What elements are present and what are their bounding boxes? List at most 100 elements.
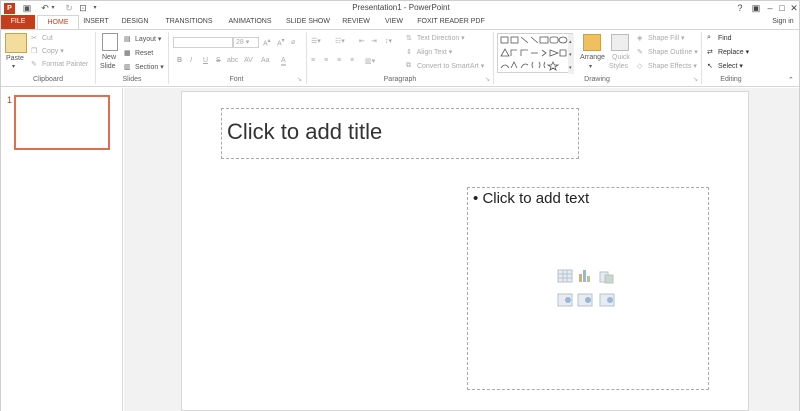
align-text-label: Align Text	[416, 49, 447, 56]
select-button[interactable]: ↖ Select ▾	[707, 62, 743, 70]
replace-icon: ⇄	[707, 49, 713, 57]
tab-animations[interactable]: ANIMATIONS	[223, 15, 277, 29]
slides-group-label: Slides	[122, 76, 142, 83]
convert-smartart-label: Convert to SmartArt	[416, 63, 479, 70]
replace-button[interactable]: ⇄ Replace ▾	[707, 48, 749, 56]
copy-button[interactable]: ❐ Copy ▾	[31, 47, 64, 55]
shapes-gallery[interactable]: ▴ ▾ ▾	[497, 33, 574, 74]
numbering-button[interactable]: ☷▾	[335, 37, 345, 45]
pen-icon: ✎	[637, 49, 643, 57]
paste-button[interactable]: Paste	[6, 55, 24, 62]
decrease-indent-button[interactable]: ⇤	[359, 37, 365, 45]
reset-button[interactable]: ▦ Reset	[124, 49, 153, 57]
font-dialog-launcher-icon[interactable]: ↘	[297, 76, 302, 83]
tab-home[interactable]: HOME	[37, 15, 79, 30]
slide-number: 1	[7, 95, 13, 105]
tab-slide-show[interactable]: SLIDE SHOW	[283, 15, 333, 29]
window-title: Presentation1 - PowerPoint	[352, 3, 450, 12]
paste-icon[interactable]	[5, 33, 27, 53]
font-name-field[interactable]	[173, 37, 233, 48]
character-spacing-button[interactable]: AV	[244, 57, 253, 64]
paste-dropdown-icon[interactable]: ▾	[12, 63, 15, 70]
shape-fill-label: Shape Fill	[647, 35, 680, 42]
quick-styles-icon[interactable]	[611, 34, 629, 51]
shape-effects-label: Shape Effects	[647, 63, 692, 70]
align-right-button[interactable]: ≡	[337, 57, 341, 64]
font-color-button[interactable]: A	[281, 57, 286, 66]
strikethrough-button[interactable]: S	[216, 57, 221, 64]
layout-button[interactable]: ▤ Layout ▾	[124, 35, 161, 43]
cut-button[interactable]: ✂ Cut	[31, 34, 53, 42]
shadow-button[interactable]: abc	[227, 57, 238, 64]
drawing-group-label: Drawing	[584, 76, 610, 83]
arrange-button[interactable]: Arrange	[580, 54, 605, 61]
quick-styles-label-1[interactable]: Quick	[612, 54, 630, 61]
shrink-font-button[interactable]: A▾	[277, 38, 285, 47]
shape-fill-button[interactable]: ◈ Shape Fill ▾	[637, 34, 685, 42]
tab-transitions[interactable]: TRANSITIONS	[161, 15, 217, 29]
new-slide-icon[interactable]	[102, 33, 118, 51]
arrange-icon[interactable]	[583, 34, 601, 51]
new-slide-label-1[interactable]: New	[102, 54, 116, 61]
find-button[interactable]: ⌕ Find	[707, 34, 732, 42]
align-text-icon: ⇕	[406, 49, 412, 57]
underline-button[interactable]: U	[203, 57, 208, 64]
clipboard-group-label: Clipboard	[33, 76, 63, 83]
slide-thumbnail[interactable]	[14, 95, 110, 150]
cut-label: Cut	[41, 34, 53, 42]
arrange-dropdown-icon[interactable]: ▾	[589, 63, 592, 70]
paragraph-dialog-launcher-icon[interactable]: ↘	[485, 76, 490, 83]
format-painter-button[interactable]: ✎ Format Painter	[31, 60, 88, 68]
replace-label: Replace	[717, 49, 744, 56]
convert-smartart-button[interactable]: ⧉ Convert to SmartArt ▾	[406, 62, 484, 70]
content-placeholder-label: Click to add text	[482, 190, 590, 207]
cursor-icon: ↖	[707, 63, 713, 71]
tab-file[interactable]: FILE	[1, 15, 35, 29]
tab-foxit-reader-pdf[interactable]: FOXIT READER PDF	[415, 15, 487, 29]
effects-icon: ◇	[637, 63, 643, 71]
ribbon-display-icon[interactable]: ▣	[749, 2, 763, 14]
title-placeholder-text: Click to add title	[227, 119, 383, 144]
sign-in-link[interactable]: Sign in	[769, 15, 797, 29]
tab-design[interactable]: DESIGN	[117, 15, 153, 29]
bullet-glyph: •	[473, 190, 479, 207]
clear-formatting-icon[interactable]: ⌀	[291, 38, 295, 46]
tab-view[interactable]: VIEW	[381, 15, 407, 29]
shape-outline-button[interactable]: ✎ Shape Outline ▾	[637, 48, 698, 56]
align-left-button[interactable]: ≡	[311, 57, 315, 64]
shape-effects-button[interactable]: ◇ Shape Effects ▾	[637, 62, 697, 70]
align-center-button[interactable]: ≡	[324, 57, 328, 64]
content-placeholder-text: • Click to add text	[473, 190, 589, 207]
title-placeholder[interactable]: Click to add title	[221, 108, 579, 159]
content-placeholder[interactable]: • Click to add text	[467, 187, 709, 390]
grow-font-button[interactable]: A▴	[263, 38, 271, 47]
italic-button[interactable]: I	[190, 57, 192, 64]
tab-insert[interactable]: INSERT	[81, 15, 111, 29]
bullets-button[interactable]: ☰▾	[311, 37, 321, 45]
bold-button[interactable]: B	[177, 57, 182, 64]
paint-bucket-icon: ◈	[637, 35, 643, 43]
copy-label: Copy	[41, 48, 59, 55]
section-icon: ▥	[124, 64, 131, 72]
change-case-button[interactable]: Aa	[261, 57, 270, 64]
tab-review[interactable]: REVIEW	[339, 15, 373, 29]
collapse-ribbon-icon[interactable]: ⌃	[788, 76, 794, 84]
text-direction-button[interactable]: ⇅ Text Direction ▾	[406, 34, 465, 42]
font-size-field[interactable]: 28 ▾	[233, 37, 259, 48]
insert-content-icons-graphic	[557, 269, 615, 307]
brush-icon: ✎	[31, 61, 37, 68]
align-text-button[interactable]: ⇕ Align Text ▾	[406, 48, 452, 56]
help-icon[interactable]: ?	[733, 2, 747, 14]
layout-label: Layout	[134, 36, 156, 43]
drawing-dialog-launcher-icon[interactable]: ↘	[693, 76, 698, 83]
increase-indent-button[interactable]: ⇥	[371, 37, 377, 45]
format-painter-label: Format Painter	[41, 60, 89, 68]
smartart-icon: ⧉	[406, 62, 411, 70]
section-label: Section	[134, 64, 159, 71]
columns-button[interactable]: ▥▾	[365, 57, 375, 65]
new-slide-label-2[interactable]: Slide	[100, 63, 116, 70]
section-button[interactable]: ▥ Section ▾	[124, 63, 164, 71]
justify-button[interactable]: ≡	[350, 57, 354, 64]
quick-styles-label-2[interactable]: Styles	[609, 63, 628, 70]
line-spacing-button[interactable]: ↕▾	[385, 37, 392, 45]
